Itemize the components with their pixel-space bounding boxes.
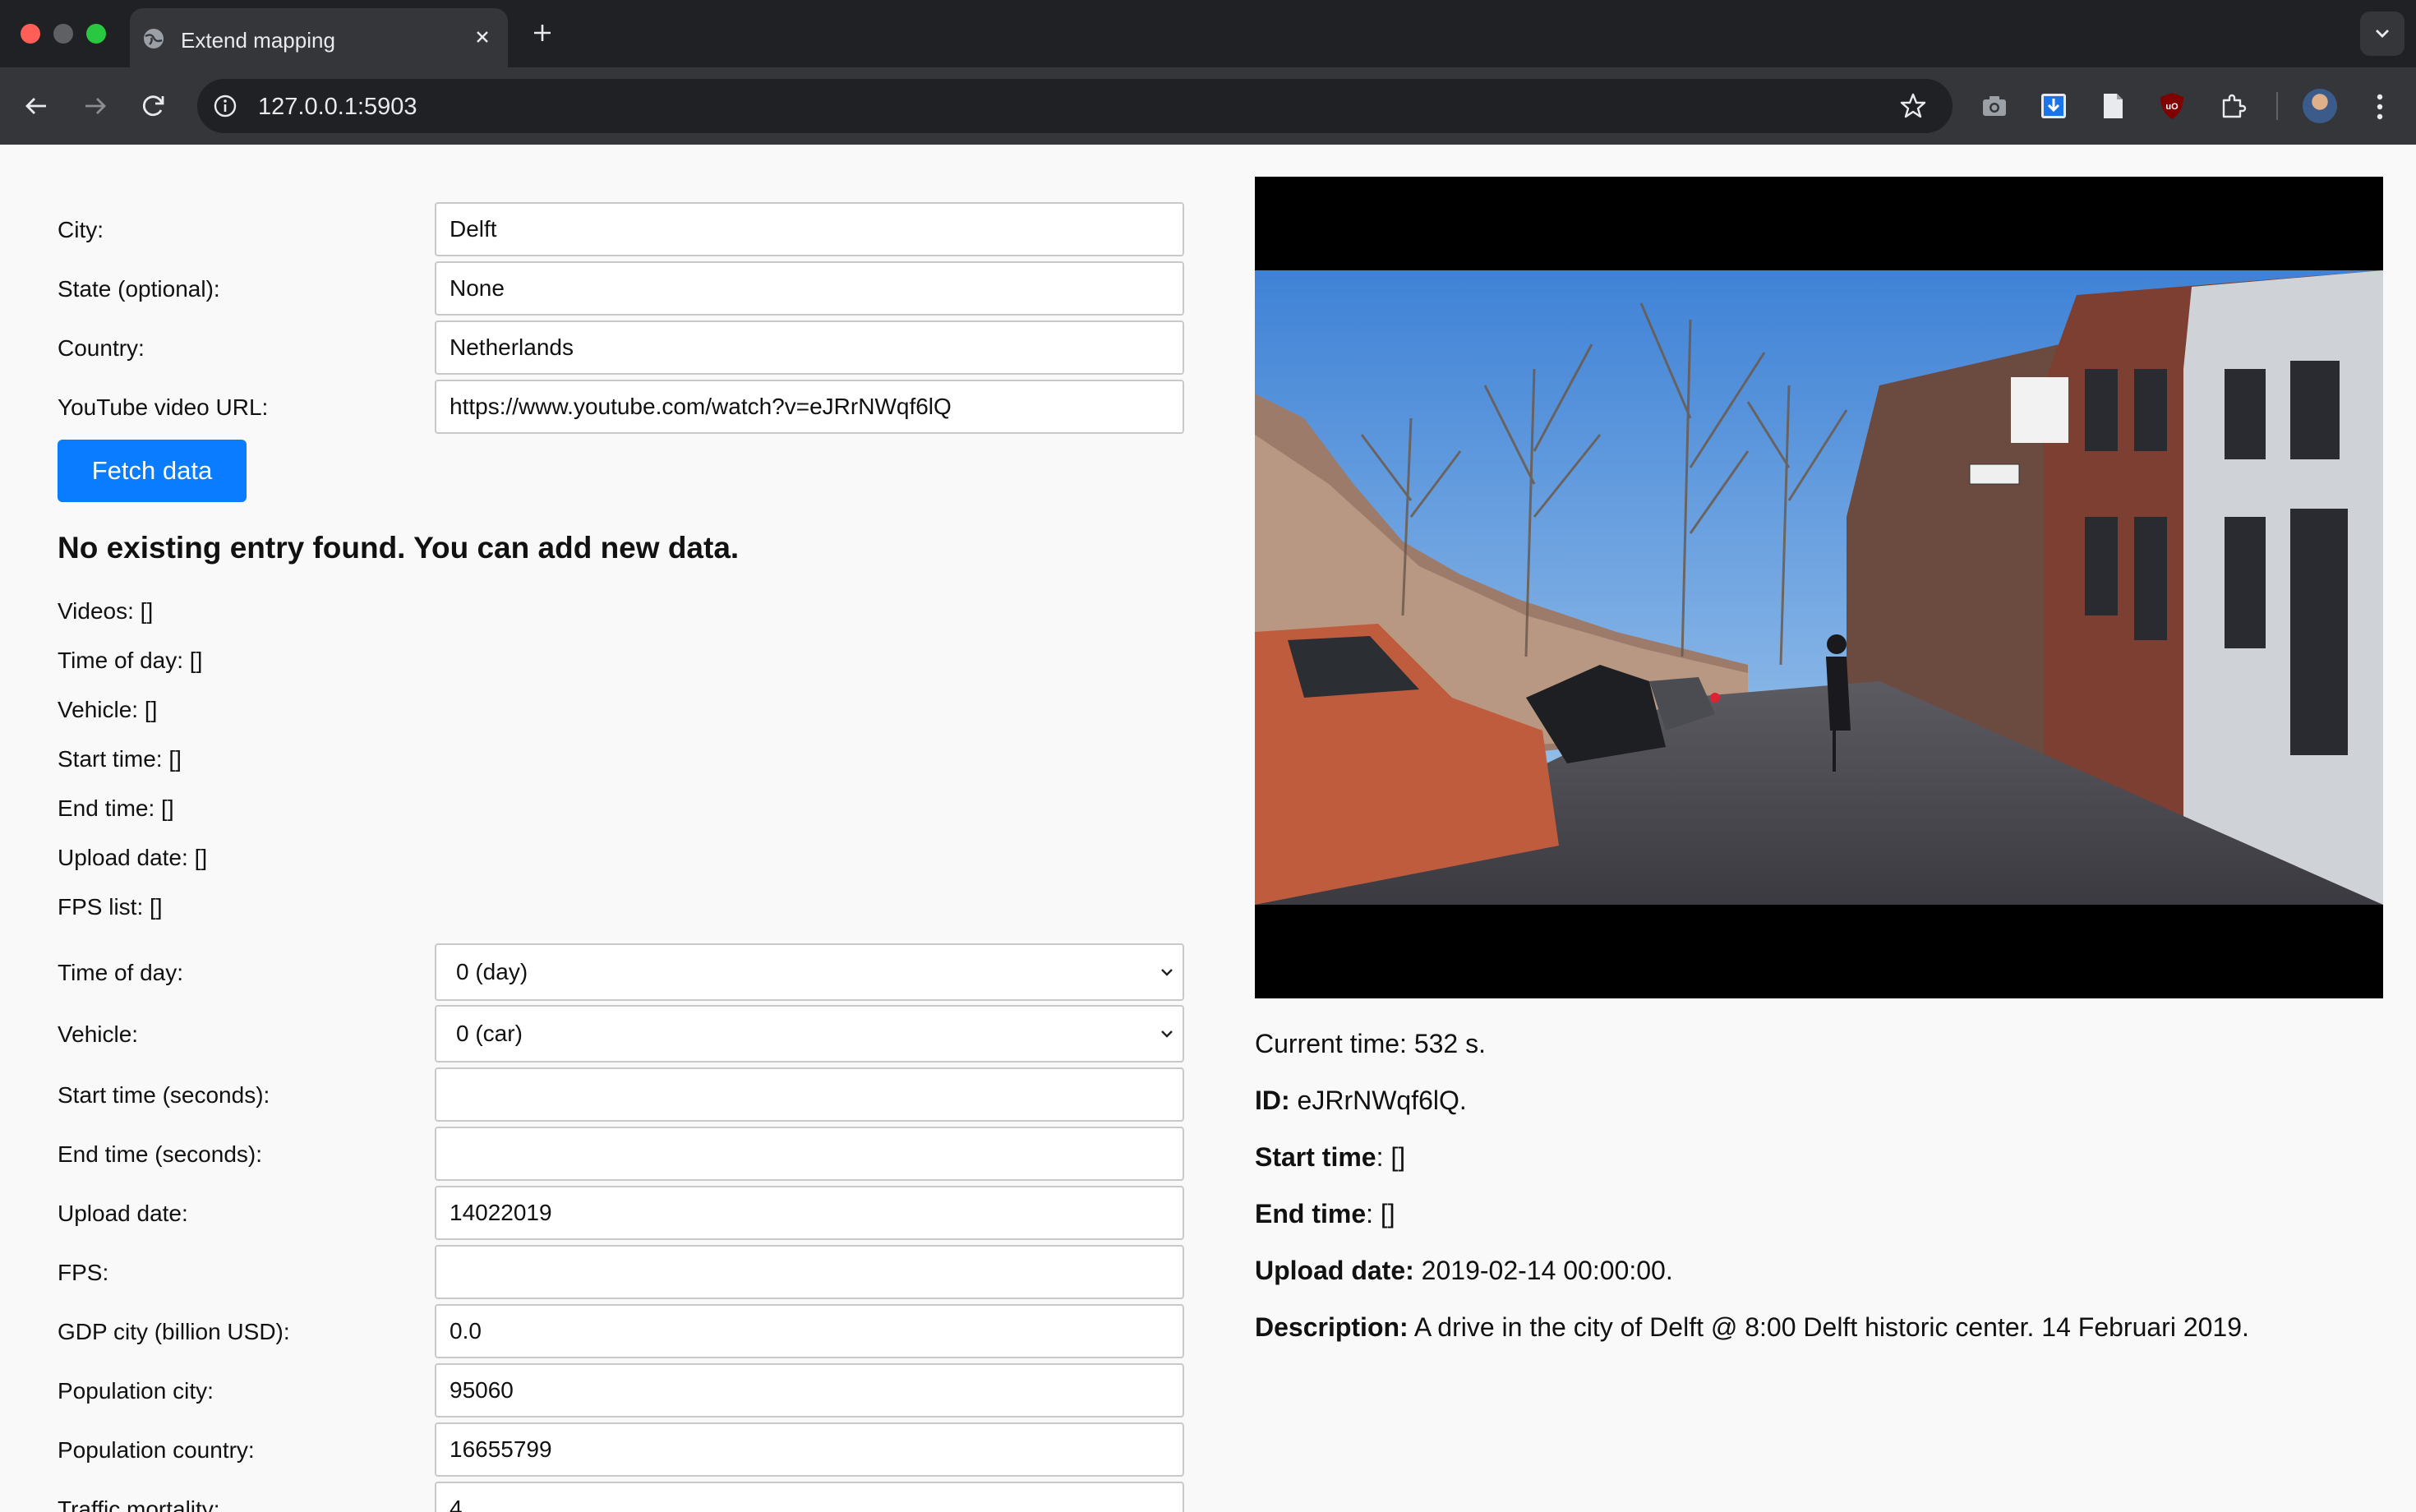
videos-line: Videos: [] — [58, 598, 154, 624]
end-seconds-label: End time (seconds): — [58, 1141, 262, 1167]
avatar[interactable] — [2303, 89, 2337, 123]
three-dot-menu-icon[interactable] — [2365, 90, 2395, 123]
chevron-down-icon — [2376, 30, 2389, 38]
start-seconds-input[interactable] — [435, 1067, 1184, 1122]
state-input[interactable]: None — [435, 261, 1184, 316]
population-city-input[interactable]: 95060 — [435, 1363, 1184, 1418]
state-label: State (optional): — [58, 276, 220, 302]
start-seconds-label: Start time (seconds): — [58, 1082, 270, 1108]
time-of-day-select[interactable]: 0 (day) — [435, 943, 1184, 1001]
fps-input[interactable] — [435, 1245, 1184, 1299]
vehicle-line: Vehicle: [] — [58, 697, 158, 722]
maximize-window-button[interactable] — [86, 24, 106, 44]
time-of-day-line: Time of day: [] — [58, 648, 203, 673]
url-text[interactable]: 127.0.0.1:5903 — [258, 94, 417, 121]
reload-icon[interactable] — [135, 87, 173, 125]
end-time-info-value: : [] — [1366, 1199, 1395, 1228]
address-bar[interactable]: 127.0.0.1:5903 — [197, 79, 1953, 133]
toolbar-separator — [2276, 92, 2278, 120]
video-player[interactable] — [1255, 177, 2383, 998]
close-icon[interactable] — [468, 23, 496, 51]
video-id: ID: eJRrNWqf6lQ. — [1255, 1086, 1467, 1116]
camera-icon[interactable] — [1979, 90, 2010, 122]
vehicle-select[interactable]: 0 (car) — [435, 1005, 1184, 1063]
vehicle-selected: 0 (car) — [456, 1021, 523, 1046]
plus-icon[interactable] — [526, 16, 559, 49]
end-seconds-input[interactable] — [435, 1127, 1184, 1181]
population-country-label: Population country: — [58, 1437, 255, 1463]
youtube-url-input[interactable]: https://www.youtube.com/watch?v=eJRrNWqf… — [435, 380, 1184, 434]
forward-arrow-icon[interactable] — [76, 87, 113, 125]
svg-text:uO: uO — [2165, 102, 2179, 112]
population-country-input[interactable]: 16655799 — [435, 1422, 1184, 1477]
current-time: Current time: 532 s. — [1255, 1029, 1486, 1058]
population-city-label: Population city: — [58, 1378, 214, 1404]
start-time-info-label: Start time — [1255, 1142, 1376, 1172]
fps-label: FPS: — [58, 1260, 109, 1285]
upload-date-line: Upload date: [] — [58, 845, 208, 870]
minimize-window-button[interactable] — [53, 24, 73, 44]
country-input[interactable]: Netherlands — [435, 320, 1184, 375]
page-content: City: Delft State (optional): None Count… — [0, 145, 2416, 1512]
city-label: City: — [58, 217, 104, 242]
end-time-info-label: End time — [1255, 1199, 1367, 1228]
upload-date-label: Upload date: — [58, 1201, 188, 1226]
video-id-value: eJRrNWqf6lQ. — [1297, 1086, 1467, 1115]
city-input[interactable]: Delft — [435, 202, 1184, 256]
star-icon[interactable] — [1898, 91, 1928, 121]
ublock-icon[interactable]: uO — [2156, 90, 2188, 122]
puzzle-icon[interactable] — [2217, 90, 2248, 122]
start-time-info: Start time: [] — [1255, 1142, 1405, 1173]
description-label: Description: — [1255, 1312, 1409, 1342]
fps-list-line: FPS list: [] — [58, 894, 163, 920]
upload-date-info: Upload date: 2019-02-14 00:00:00. — [1255, 1256, 1673, 1286]
description-info: Description: A drive in the city of Delf… — [1255, 1312, 2249, 1343]
close-window-button[interactable] — [21, 24, 40, 44]
browser-tab-strip: Extend mapping — [0, 0, 2416, 67]
end-time-info: End time: [] — [1255, 1199, 1395, 1229]
traffic-mortality-input[interactable]: 4 — [435, 1482, 1184, 1512]
globe-icon — [144, 29, 164, 48]
time-of-day-selected: 0 (day) — [456, 959, 528, 984]
document-icon[interactable] — [2097, 90, 2128, 122]
start-time-line: Start time: [] — [58, 746, 182, 772]
tab-title: Extend mapping — [181, 28, 335, 53]
fetch-data-button[interactable]: Fetch data — [58, 440, 247, 502]
country-label: Country: — [58, 335, 145, 361]
time-of-day-label: Time of day: — [58, 960, 184, 985]
chevron-down-icon — [1161, 969, 1173, 976]
back-arrow-icon[interactable] — [18, 87, 56, 125]
video-frame — [1255, 270, 2383, 905]
browser-toolbar: 127.0.0.1:5903 uO — [0, 67, 2416, 145]
video-id-label: ID: — [1255, 1086, 1290, 1115]
tab-search-button[interactable] — [2360, 12, 2404, 56]
browser-tab[interactable]: Extend mapping — [130, 8, 508, 67]
upload-date-info-label: Upload date: — [1255, 1256, 1414, 1285]
gdp-label: GDP city (billion USD): — [58, 1319, 290, 1344]
youtube-url-label: YouTube video URL: — [58, 394, 269, 420]
status-message: No existing entry found. You can add new… — [58, 531, 740, 565]
chevron-down-icon — [1161, 1030, 1173, 1038]
info-icon[interactable] — [210, 91, 240, 121]
traffic-mortality-label: Traffic mortality: — [58, 1496, 220, 1512]
start-time-info-value: : [] — [1376, 1142, 1406, 1172]
download-icon[interactable] — [2038, 90, 2069, 122]
upload-date-input[interactable]: 14022019 — [435, 1186, 1184, 1240]
upload-date-info-value: 2019-02-14 00:00:00. — [1421, 1256, 1673, 1285]
end-time-line: End time: [] — [58, 795, 174, 821]
description-value: A drive in the city of Delft @ 8:00 Delf… — [1413, 1312, 2249, 1342]
vehicle-label: Vehicle: — [58, 1021, 139, 1047]
gdp-input[interactable]: 0.0 — [435, 1304, 1184, 1358]
